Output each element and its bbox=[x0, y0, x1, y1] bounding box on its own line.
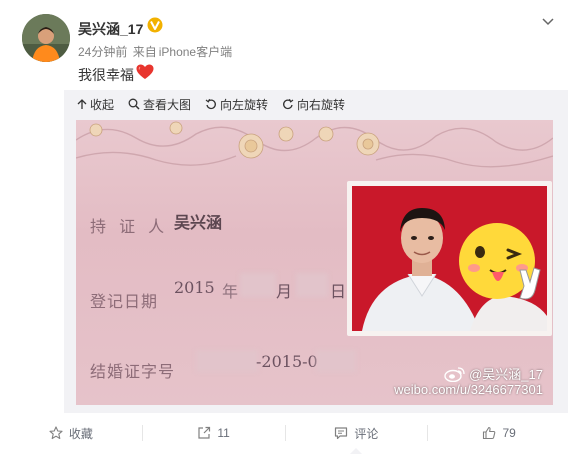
chevron-down-icon[interactable] bbox=[542, 18, 554, 26]
redacted-cert-prefix bbox=[196, 350, 258, 372]
portrait-figure bbox=[352, 186, 547, 331]
date-label: 登记日期 bbox=[90, 292, 159, 311]
watermark-handle: @吴兴涵_17 bbox=[469, 366, 543, 382]
date-year: 2015 bbox=[174, 278, 215, 297]
rotate-left-label: 向左旋转 bbox=[220, 97, 269, 112]
username[interactable]: 吴兴涵_17 bbox=[78, 19, 143, 39]
source-prefix: 来自 bbox=[132, 45, 157, 59]
repost-button[interactable]: 11 bbox=[143, 426, 285, 440]
rotate-right-icon bbox=[283, 98, 294, 110]
media-toolbar: 收起 查看大图 向左旋转 向右旋转 bbox=[64, 90, 568, 118]
comment-label: 评论 bbox=[354, 426, 379, 441]
certificate-photo[interactable]: 持 证 人 吴兴涵 登记日期 2015 年 月 日 结婚证字号 -2015-0 bbox=[76, 120, 553, 405]
post-source[interactable]: iPhone客户端 bbox=[159, 45, 232, 59]
redacted-month bbox=[240, 273, 276, 297]
repost-count: 11 bbox=[217, 426, 230, 440]
rotate-right-button[interactable]: 向右旋转 bbox=[282, 96, 345, 113]
post-text: 我很幸福 bbox=[78, 67, 134, 83]
couple-portrait bbox=[347, 181, 552, 336]
post-meta: 24分钟前 来自 iPhone客户端 bbox=[78, 43, 234, 60]
repost-icon bbox=[198, 426, 211, 439]
holder-label: 持 证 人 bbox=[90, 217, 169, 236]
date-year-unit: 年 bbox=[222, 282, 239, 301]
collapse-button[interactable]: 收起 bbox=[77, 96, 114, 113]
view-large-label: 查看大图 bbox=[143, 97, 192, 112]
media-panel: 收起 查看大图 向左旋转 向右旋转 持 证 人 吴兴涵 登记日期 2015 年 … bbox=[64, 90, 568, 413]
like-count: 79 bbox=[502, 426, 516, 440]
comment-button[interactable]: 评论 bbox=[286, 425, 428, 454]
magnifier-icon bbox=[128, 98, 140, 110]
rotate-left-button[interactable]: 向左旋转 bbox=[205, 96, 268, 113]
rotate-right-label: 向右旋转 bbox=[297, 97, 346, 112]
photo-watermark: @吴兴涵_17 weibo.com/u/3246677301 bbox=[394, 366, 543, 398]
watermark-url: weibo.com/u/3246677301 bbox=[394, 382, 543, 397]
star-icon bbox=[49, 426, 63, 440]
post-header: 吴兴涵_17 24分钟前 来自 iPhone客户端 我很幸福 bbox=[0, 0, 570, 92]
redacted-day bbox=[296, 273, 328, 297]
collapse-label: 收起 bbox=[90, 97, 115, 112]
rotate-left-icon bbox=[205, 98, 216, 110]
ornament-pattern bbox=[76, 121, 553, 168]
weibo-logo-icon bbox=[444, 367, 465, 382]
heart-icon bbox=[136, 64, 154, 79]
avatar[interactable] bbox=[22, 14, 70, 62]
holder-name: 吴兴涵 bbox=[174, 213, 223, 232]
thumbs-up-icon bbox=[483, 426, 496, 440]
cert-number-mid: -2015-0 bbox=[256, 352, 318, 371]
date-month-unit: 月 bbox=[276, 282, 293, 301]
post-time[interactable]: 24分钟前 bbox=[78, 45, 127, 59]
verified-badge-icon bbox=[147, 17, 163, 33]
redacted-cert-suffix bbox=[316, 350, 356, 372]
view-large-button[interactable]: 查看大图 bbox=[128, 96, 191, 113]
post-footer: 收藏 11 评论 79 bbox=[0, 415, 570, 454]
arrow-up-icon bbox=[77, 98, 87, 109]
favorite-label: 收藏 bbox=[68, 426, 93, 441]
comment-icon bbox=[335, 427, 348, 440]
date-day-unit: 日 bbox=[330, 282, 347, 301]
favorite-button[interactable]: 收藏 bbox=[0, 425, 142, 442]
cert-number-label: 结婚证字号 bbox=[90, 362, 176, 381]
like-button[interactable]: 79 bbox=[428, 426, 570, 440]
